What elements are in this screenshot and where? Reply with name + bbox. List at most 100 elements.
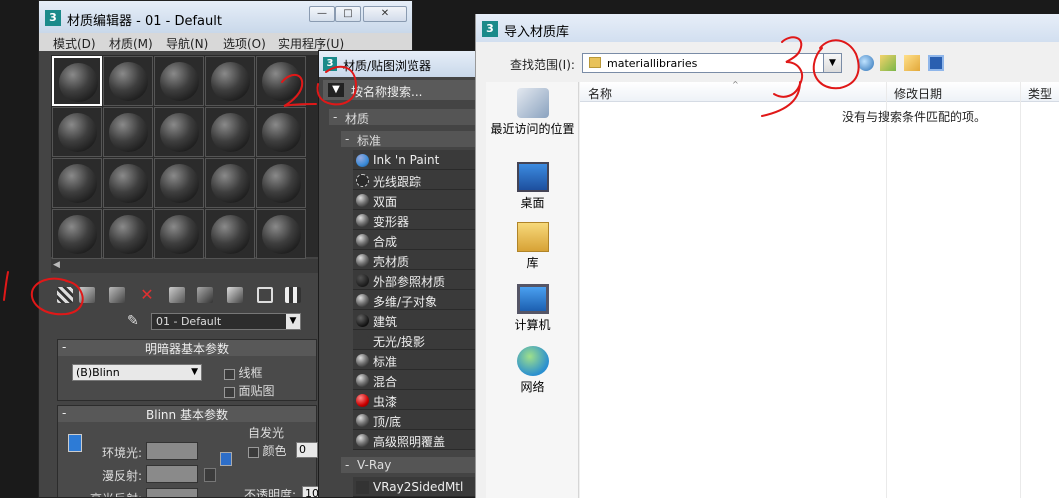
group-standard-header[interactable]: - 标准 (341, 131, 477, 148)
material-id-icon[interactable] (257, 287, 273, 303)
browser-item-matte-shadow[interactable]: 无光/投影 (353, 330, 477, 350)
place-network[interactable]: 网络 (486, 346, 579, 395)
sample-slot[interactable] (205, 107, 255, 157)
sample-slot[interactable] (256, 56, 306, 106)
browser-item-raytrace[interactable]: 光线跟踪 (353, 170, 477, 190)
group-materials-header[interactable]: - 材质 (329, 109, 477, 126)
sample-grid-scrollbar[interactable]: ◀ (51, 259, 341, 273)
chevron-down-icon[interactable]: ▼ (823, 54, 841, 72)
assign-material-icon[interactable] (109, 287, 125, 303)
browser-item-architectural[interactable]: 建筑 (353, 310, 477, 330)
view-menu-icon[interactable] (928, 55, 944, 71)
file-list[interactable]: 名称 ^ 修改日期 类型 没有与搜索条件匹配的项。 (580, 80, 1059, 498)
sample-slot[interactable] (154, 56, 204, 106)
browser-item-advanced-lighting-override[interactable]: 高级照明覆盖 (353, 430, 477, 450)
browser-titlebar[interactable]: 3 材质/贴图浏览器 (319, 51, 477, 77)
sample-slot[interactable] (205, 56, 255, 106)
column-divider[interactable] (1020, 82, 1021, 498)
browser-item-xref-material[interactable]: 外部参照材质 (353, 270, 477, 290)
shader-rollout-title: 明暗器基本参数 (144, 342, 229, 356)
browser-item-blend[interactable]: 混合 (353, 370, 477, 390)
put-material-icon[interactable] (79, 287, 95, 303)
browser-item-shellac[interactable]: 虫漆 (353, 390, 477, 410)
put-library-icon[interactable] (227, 287, 243, 303)
shader-type-dropdown[interactable]: (B)Blinn ▼ (72, 364, 202, 381)
look-in-dropdown[interactable]: materiallibraries ▼ (582, 53, 842, 73)
column-date-modified[interactable]: 修改日期 (894, 85, 942, 102)
sample-slot[interactable] (154, 158, 204, 208)
sample-slot[interactable] (256, 209, 306, 259)
browser-item-vray2sidedmtl[interactable]: VRay2SidedMtl (353, 477, 477, 497)
self-illum-color-checkbox[interactable] (248, 446, 259, 458)
sample-slot[interactable] (52, 107, 102, 157)
sample-slot[interactable] (52, 158, 102, 208)
back-icon[interactable] (858, 55, 874, 71)
scroll-left-icon[interactable]: ◀ (53, 260, 60, 270)
browser-item-composite[interactable]: 合成 (353, 230, 477, 250)
place-libraries[interactable]: 库 (486, 222, 579, 271)
group-vray-header[interactable]: - V-Ray (341, 457, 477, 473)
sample-slot[interactable] (52, 56, 102, 106)
blinn-rollout-header[interactable]: - Blinn 基本参数 (58, 406, 316, 422)
column-name[interactable]: 名称 (588, 85, 612, 102)
unique-icon[interactable] (197, 287, 213, 303)
menu-mode[interactable]: 模式(D) (53, 35, 96, 52)
specular-color-swatch[interactable] (146, 488, 198, 497)
column-divider[interactable] (886, 82, 887, 498)
diffuse-map-button[interactable] (204, 468, 216, 482)
place-computer[interactable]: 计算机 (486, 284, 579, 333)
browser-item-ink-n-paint[interactable]: Ink 'n Paint (353, 150, 477, 170)
checker-icon[interactable] (285, 287, 301, 303)
diffuse-color-swatch[interactable] (146, 465, 198, 483)
browser-item-morpher[interactable]: 变形器 (353, 210, 477, 230)
sample-slot[interactable] (103, 56, 153, 106)
lock-ambient-diffuse-icon[interactable] (68, 434, 82, 452)
new-folder-icon[interactable] (904, 55, 920, 71)
sample-slot[interactable] (154, 107, 204, 157)
sample-slot[interactable] (154, 209, 204, 259)
browser-search-bar[interactable]: ▼ 按名称搜索... (323, 80, 477, 100)
material-name-dropdown[interactable]: 01 - Default ▼ (151, 313, 301, 330)
sample-slot[interactable] (205, 158, 255, 208)
shader-rollout-header[interactable]: - 明暗器基本参数 (58, 340, 316, 356)
up-folder-icon[interactable] (880, 55, 896, 71)
place-recent[interactable]: 最近访问的位置 (486, 88, 579, 137)
chevron-down-icon[interactable]: ▼ (286, 314, 300, 329)
sample-slot[interactable] (103, 107, 153, 157)
eyedropper-icon[interactable]: ✎ (127, 313, 139, 329)
wire-checkbox[interactable] (224, 368, 235, 380)
lock-icon[interactable] (220, 452, 232, 466)
ambient-color-swatch[interactable] (146, 442, 198, 460)
browser-search-input[interactable]: 按名称搜索... (351, 83, 422, 100)
restore-button[interactable]: □ (335, 6, 361, 22)
browser-item-standard[interactable]: 标准 (353, 350, 477, 370)
material-sphere-icon (211, 215, 250, 254)
browser-item-shell[interactable]: 壳材质 (353, 250, 477, 270)
facemap-checkbox[interactable] (224, 386, 235, 398)
browser-item-double-sided[interactable]: 双面 (353, 190, 477, 210)
sample-slot[interactable] (52, 209, 102, 259)
menu-navigation[interactable]: 导航(N) (166, 35, 208, 52)
browser-item-top-bottom[interactable]: 顶/底 (353, 410, 477, 430)
sample-slot[interactable] (256, 158, 306, 208)
menu-options[interactable]: 选项(O) (223, 35, 266, 52)
browser-item-multi-sub-object[interactable]: 多维/子对象 (353, 290, 477, 310)
sample-slot[interactable] (256, 107, 306, 157)
material-name-value: 01 - Default (156, 315, 222, 328)
place-desktop[interactable]: 桌面 (486, 162, 579, 211)
copy-material-icon[interactable] (169, 287, 185, 303)
menu-material[interactable]: 材质(M) (109, 35, 153, 52)
import-dialog-titlebar[interactable]: 3 导入材质库 (476, 14, 1059, 42)
sample-slot[interactable] (103, 158, 153, 208)
close-button[interactable]: ✕ (363, 6, 407, 22)
sample-slot[interactable] (205, 209, 255, 259)
delete-icon[interactable]: ✕ (139, 287, 155, 303)
get-material-icon[interactable] (57, 287, 73, 303)
sample-slot[interactable] (103, 209, 153, 259)
browser-options-menu-icon[interactable]: ▼ (328, 83, 344, 97)
self-illum-value-field[interactable]: 0 (296, 442, 318, 458)
material-sphere-icon (356, 254, 369, 267)
column-type[interactable]: 类型 (1028, 85, 1052, 102)
minimize-button[interactable]: — (309, 6, 335, 22)
material-editor-titlebar[interactable]: 3 材质编辑器 - 01 - Default — □ ✕ (39, 1, 412, 33)
